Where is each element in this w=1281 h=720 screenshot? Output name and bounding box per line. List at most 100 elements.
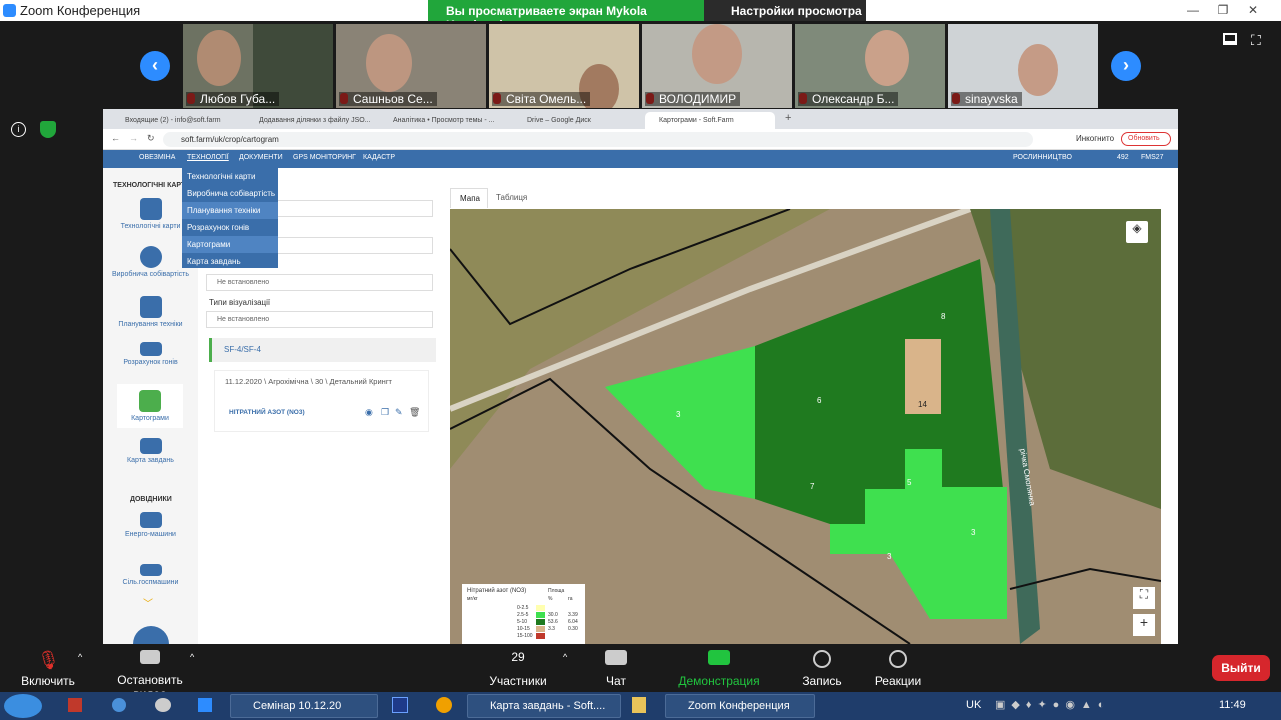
fullscreen-icon[interactable]: ⛶ <box>1251 32 1261 49</box>
sidebar-item-label: Розрахунок гонів <box>123 359 178 366</box>
chevron-down-icon[interactable]: ﹀ <box>143 595 153 610</box>
taskbar-item-zoom[interactable]: Zoom Конференция <box>665 694 815 718</box>
view-options-button[interactable]: Настройки просмотра ⌄ <box>704 0 866 32</box>
legend-swatch <box>536 612 545 618</box>
legend-unit: мг/кг <box>467 596 478 602</box>
sidebar-title: ТЕХНОЛОГІЧНІ КАРТ <box>113 182 186 189</box>
satellite-map[interactable]: 8 6 14 3 7 5 3 3 річка Смолянка ◈ ⛶ + Ні… <box>450 209 1161 644</box>
menu-item-cost[interactable]: Виробнича собівартість <box>182 185 278 202</box>
legend-range: 5-10 <box>517 619 528 625</box>
participants-button[interactable]: 29 Участники <box>484 650 552 688</box>
tab-table[interactable]: Таблиця <box>496 193 527 202</box>
photoshop-icon[interactable] <box>392 697 408 713</box>
copy-icon[interactable]: ❐ <box>381 407 389 418</box>
minimize-icon[interactable]: — <box>1178 0 1208 21</box>
browser-tab-active[interactable]: Картограми - Soft.Farm <box>645 112 775 129</box>
visualization-type-label: Типи візуалізації <box>209 298 271 307</box>
app-icon[interactable] <box>198 698 212 712</box>
reload-icon[interactable]: ↻ <box>147 133 155 144</box>
sidebar-item-planning[interactable]: Планування техніки <box>103 296 198 328</box>
participant-name: sinayvska <box>951 92 1022 106</box>
security-shield-icon[interactable] <box>40 121 56 138</box>
gear-icon <box>139 198 162 220</box>
menu-item-task-map[interactable]: Карта завдань <box>182 253 278 270</box>
menu-item-cartograms[interactable]: Картограми <box>182 236 278 253</box>
map-tabs: Мапа Таблиця <box>450 188 1161 208</box>
taskbar-item-chrome[interactable]: Карта завдань - Soft.... <box>467 694 621 718</box>
layer-name: НІТРАТНИЙ АЗОТ (NO3) <box>229 409 305 416</box>
info-icon[interactable]: i <box>11 122 26 137</box>
participant-tile[interactable]: Світа Омель... <box>489 24 639 108</box>
new-tab-icon[interactable]: + <box>785 112 791 124</box>
chevron-up-icon[interactable]: ^ <box>78 652 82 662</box>
app-icon[interactable] <box>68 698 82 712</box>
browser-tab[interactable]: Входящие (2) - info@soft.farm <box>111 112 241 129</box>
fullscreen-icon[interactable]: ⛶ <box>1133 587 1155 609</box>
nav-item-documents[interactable]: ДОКУМЕНТИ <box>239 154 283 161</box>
technologies-dropdown: Технологічні карти Виробнича собівартіст… <box>182 168 278 268</box>
crop-selector[interactable]: РОСЛИННИЦТВО <box>1013 154 1072 161</box>
start-button-icon[interactable] <box>4 694 42 718</box>
gallery-view-icon[interactable] <box>1223 33 1237 45</box>
browser-tab[interactable]: Додавання ділянки з файлу JSO... <box>245 112 375 129</box>
browser-tab[interactable]: Аналітика • Просмотр темы - ... <box>379 112 509 129</box>
leave-button[interactable]: Выйти <box>1212 655 1270 681</box>
browser-tab[interactable]: Drive – Google Диск <box>513 112 643 129</box>
user-menu[interactable]: FMS27 <box>1141 154 1164 161</box>
menu-item-planning[interactable]: Планування техніки <box>182 202 278 219</box>
layers-icon[interactable]: ◈ <box>1126 221 1148 243</box>
back-icon[interactable]: ← <box>111 133 120 143</box>
url-input[interactable]: soft.farm/uk/crop/cartogram <box>163 132 1033 147</box>
participant-tile[interactable]: sinayvska <box>948 24 1098 108</box>
forward-icon[interactable]: → <box>129 133 138 143</box>
system-tray-icons[interactable]: ▣◆♦✦●◉▲◐ <box>995 698 1175 714</box>
zoom-in-icon[interactable]: + <box>1133 614 1155 636</box>
reactions-button[interactable]: Реакции <box>872 650 924 688</box>
sidebar-section-title: ДОВІДНИКИ <box>130 496 172 503</box>
share-screen-icon <box>708 650 730 665</box>
nav-item-gps[interactable]: GPS МОНІТОРИНГ <box>293 154 356 161</box>
trash-icon[interactable]: 🗑 <box>409 407 420 418</box>
legend-area-header: Площа <box>548 588 565 594</box>
maximize-icon[interactable]: ❐ <box>1208 0 1238 21</box>
cartogram-record[interactable]: 11.12.2020 \ Агрохімічна \ 30 \ Детальни… <box>214 370 429 432</box>
menu-item-tech-maps[interactable]: Технологічні карти <box>182 168 278 185</box>
app-icon[interactable] <box>155 698 171 712</box>
reactions-label: Реакции <box>874 674 922 688</box>
next-page-icon[interactable]: › <box>1111 51 1141 81</box>
field-group-header[interactable]: SF-4/SF-4 <box>209 338 436 362</box>
legend-range: 0-2.5 <box>517 605 529 611</box>
nav-item-cadastre[interactable]: КАДАСТР <box>363 154 395 161</box>
sidebar-item-runs[interactable]: Розрахунок гонів <box>103 342 198 366</box>
sidebar-item-energy[interactable]: Енерго-машини <box>103 512 198 538</box>
sidebar-item-cartograms[interactable]: Картограми <box>117 384 183 428</box>
clock: 11:49 <box>1219 699 1246 711</box>
chevron-up-icon[interactable]: ^ <box>563 652 567 662</box>
participant-tile[interactable]: Сашньов Се... <box>336 24 486 108</box>
visualization-type-select[interactable]: Не встановлено <box>206 311 433 328</box>
participant-tile[interactable]: ВОЛОДИМИР <box>642 24 792 108</box>
chevron-up-icon[interactable]: ^ <box>190 652 194 662</box>
analysis-type-select[interactable]: Не встановлено <box>206 274 433 291</box>
participant-tile[interactable]: Олександр Б... <box>795 24 945 108</box>
update-button[interactable]: Обновить <box>1121 132 1171 146</box>
chat-button[interactable]: Чат <box>598 650 634 688</box>
record-button[interactable]: Запись <box>800 650 844 688</box>
eye-icon[interactable]: ◉ <box>365 407 373 418</box>
app-icon[interactable] <box>632 697 646 713</box>
tab-map[interactable]: Мапа <box>450 188 488 208</box>
language-indicator[interactable]: UK <box>966 699 981 711</box>
edit-icon[interactable]: ✎ <box>395 407 403 418</box>
sidebar-item-machines[interactable]: Сіль.госпмашини <box>103 564 198 586</box>
app-icon[interactable] <box>112 698 126 712</box>
sidebar-item-task-map[interactable]: Карта завдань <box>103 438 198 464</box>
taskbar-item-folder[interactable]: Семінар 10.12.20 <box>230 694 378 718</box>
menu-item-runs[interactable]: Розрахунок гонів <box>182 219 278 236</box>
nav-item-rotation[interactable]: ОВЕЗМІНА <box>139 154 175 161</box>
prev-page-icon[interactable]: ‹ <box>140 51 170 81</box>
close-icon[interactable]: ✕ <box>1238 0 1268 21</box>
participant-tile[interactable]: Любов Губа... <box>183 24 333 108</box>
app-icon[interactable] <box>436 697 452 713</box>
nav-item-technologies[interactable]: ТЕХНОЛОГІЇ <box>187 154 229 161</box>
sidebar-item-label: Картограми <box>131 415 169 422</box>
